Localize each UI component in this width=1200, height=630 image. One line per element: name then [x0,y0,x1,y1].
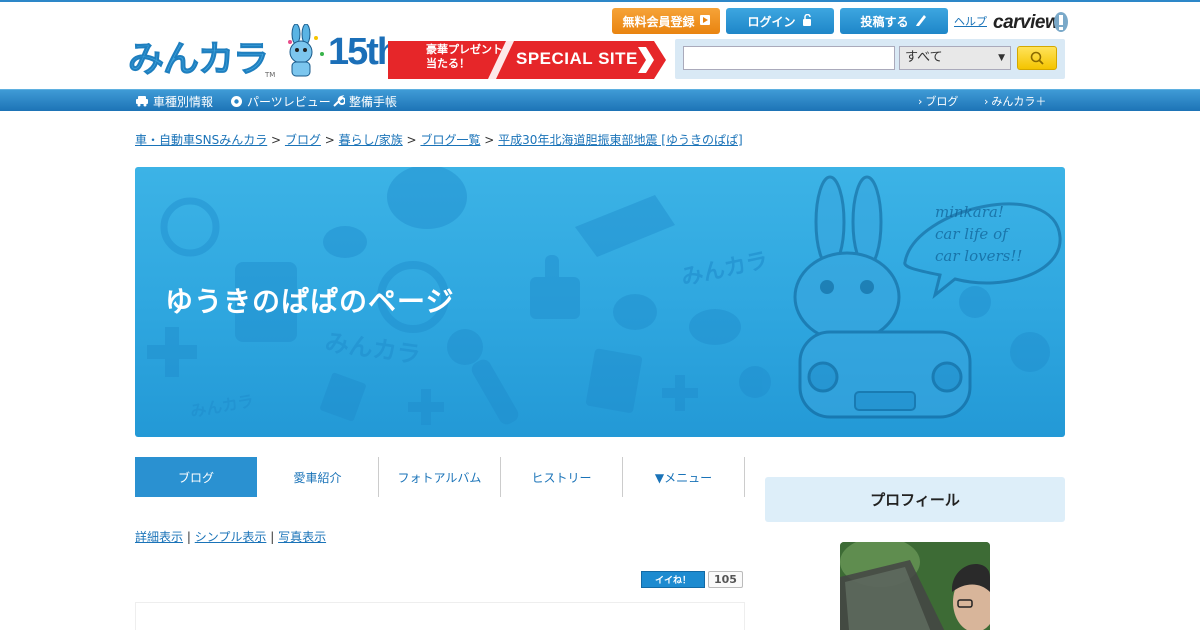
register-button[interactable]: 無料会員登録 [612,8,720,34]
login-button[interactable]: ログイン [726,8,834,34]
breadcrumb-separator: > [484,133,495,147]
breadcrumb-separator: > [324,133,335,147]
bubble-line-3: car lovers!! [935,247,1022,265]
special-site-banner[interactable]: 豪華プレゼント 当たる！ SPECIAL SITE [388,41,666,79]
wrench-icon [333,94,345,107]
bubble-line-1: minkara! [935,203,1004,221]
search-input[interactable] [683,46,895,70]
logo-tm: TM [265,71,276,79]
view-separator: | [186,530,191,544]
like-button[interactable]: イイね！ [641,571,705,588]
banner-stamp-1: みんカラ [679,248,770,291]
view-separator: | [270,530,275,544]
breadcrumb-separator: > [406,133,417,147]
avatar[interactable] [840,542,990,630]
view-detail-link[interactable]: 詳細表示 [135,530,183,544]
view-simple-link[interactable]: シンプル表示 [195,530,267,544]
nav-blog-label: ブログ [925,95,959,108]
nav-parts-review-label: パーツレビュー [247,94,331,109]
user-page-banner: minkara! car life of car lovers!! みんカラ み… [135,167,1065,437]
lock-icon [801,13,813,29]
banner-stamp-2: みんカラ [323,328,422,369]
promo-main-text: SPECIAL SITE [516,49,638,68]
like-label: イイね！ [654,576,691,586]
view-mode-links: 詳細表示 | シンプル表示 | 写真表示 [135,528,326,545]
nav-car-info[interactable]: 車種別情報 [135,92,213,110]
bubble-line-2: car life of [935,225,1010,243]
promo-sub-text: 豪華プレゼント 当たる！ [426,43,503,71]
carview-badge-icon [1054,12,1068,32]
breadcrumb-separator: > [271,133,282,147]
carview-text: carview [993,12,1060,33]
nav-blog[interactable]: › ブログ [918,92,958,110]
search-button[interactable] [1017,46,1057,70]
carview-logo[interactable]: carview [993,8,1077,36]
like-count: 105 [708,571,743,588]
search-select-value: すべて [905,50,943,65]
help-link[interactable]: ヘルプ [954,13,987,29]
minkara-logo[interactable]: みんカラ TM [127,39,278,84]
tab-my-car[interactable]: 愛車紹介 [257,457,379,497]
search-area: すべて ▼ [675,39,1065,79]
arrow-right-icon [699,14,710,28]
breadcrumb-blog[interactable]: ブログ [285,133,321,147]
banner-stamp-3: みんカラ [189,391,255,421]
nav-maintenance[interactable]: 整備手帳 [332,92,397,110]
register-label: 無料会員登録 [622,14,695,29]
nav-parts-review[interactable]: パーツレビュー [230,92,331,110]
nav-minkara-plus[interactable]: › みんカラ＋ [984,92,1046,110]
breadcrumb-blog-list[interactable]: ブログ一覧 [420,133,480,147]
search-icon [1030,51,1044,65]
promo-sub-line1: 豪華プレゼント [426,43,503,56]
nav-car-info-label: 車種別情報 [153,94,214,109]
logo-text: みんカラ [127,39,269,80]
breadcrumb: 車・自動車SNSみんカラ > ブログ > 暮らし/家族 > ブログ一覧 > 平成… [135,131,743,148]
promo-sub-line2: 当たる！ [426,57,470,70]
search-category-select[interactable]: すべて ▼ [899,46,1011,70]
view-photo-link[interactable]: 写真表示 [278,530,326,544]
login-label: ログイン [747,14,796,29]
breadcrumb-category[interactable]: 暮らし/家族 [339,133,403,147]
gear-icon [231,95,242,107]
tab-menu[interactable]: ▼メニュー [623,457,745,497]
site-header: みんカラ TM 15th 豪華プレゼント 当たる！ SPECIAL SITE 無… [0,2,1200,89]
avatar-photo [840,542,990,630]
chevron-right-icon: › [984,94,989,108]
nav-maintenance-label: 整備手帳 [349,94,398,109]
pen-icon [914,13,928,30]
tab-blog[interactable]: ブログ [135,457,257,497]
global-nav: 車種別情報 パーツレビュー 整備手帳 › ブログ › みんカラ＋ [0,89,1200,111]
breadcrumb-current[interactable]: 平成30年北海道胆振東部地震 [ゆうきのぱぱ] [498,133,742,147]
profile-tabs: ブログ 愛車紹介 フォトアルバム ヒストリー ▼メニュー [135,457,745,497]
chevron-right-icon: › [918,94,923,108]
user-page-title: ゆうきのぱぱのページ [165,285,455,318]
nav-minkara-plus-label: みんカラ＋ [991,95,1047,108]
profile-heading: プロフィール [765,477,1065,522]
post-label: 投稿する [860,14,909,29]
breadcrumb-home[interactable]: 車・自動車SNSみんカラ [135,133,267,147]
tab-history[interactable]: ヒストリー [501,457,623,497]
anniversary-badge[interactable]: 15th [282,23,400,80]
post-button[interactable]: 投稿する [840,8,948,34]
tab-photo-album[interactable]: フォトアルバム [379,457,501,497]
like-widget: イイね！ 105 [641,571,743,588]
blog-entry-box [135,602,745,630]
dropdown-arrow-icon: ▼ [998,53,1005,63]
car-icon [136,96,148,107]
